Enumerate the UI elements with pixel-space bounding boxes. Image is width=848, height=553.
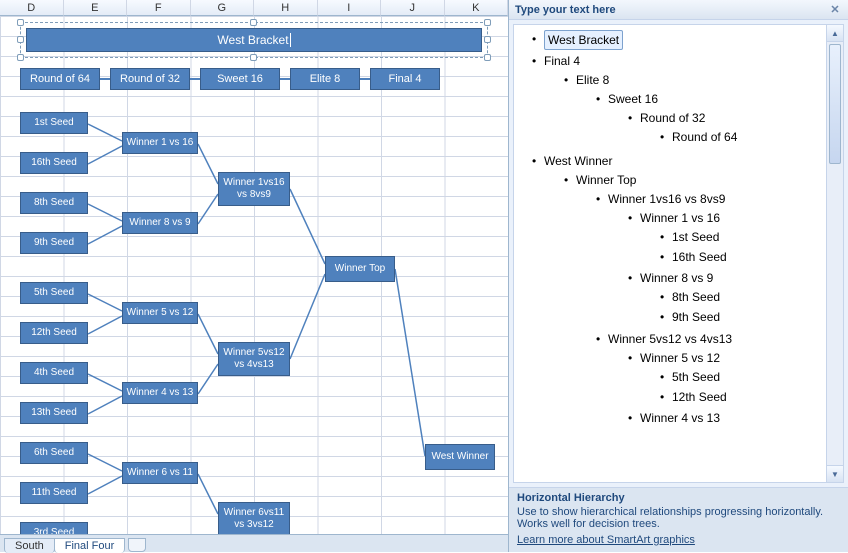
col-header[interactable]: F — [127, 0, 191, 16]
scroll-down-icon[interactable]: ▼ — [827, 465, 843, 482]
outline-item[interactable]: Winner 1 vs 16 1st Seed 16th Seed — [628, 208, 824, 268]
seed-box[interactable]: 4th Seed — [20, 362, 88, 384]
outline-item[interactable]: Round of 32 Round of 64 — [628, 108, 824, 148]
round-box[interactable]: Elite 8 — [290, 68, 360, 90]
round-box[interactable]: Sweet 16 — [200, 68, 280, 90]
sheet-tab[interactable]: Final Four — [54, 538, 126, 553]
resize-handle[interactable] — [17, 36, 24, 43]
pane-footer: Horizontal Hierarchy Use to show hierarc… — [509, 487, 848, 552]
spreadsheet-area: D E F G H I J K West Bracket Round of 64… — [0, 0, 508, 552]
outline-item[interactable]: 5th Seed — [660, 367, 824, 387]
new-sheet-button[interactable] — [128, 538, 146, 552]
outline-item[interactable]: 8th Seed — [660, 287, 824, 307]
col-header[interactable]: G — [191, 0, 255, 16]
sheet-tabs: South Final Four — [0, 534, 508, 552]
round-box[interactable]: Final 4 — [370, 68, 440, 90]
column-headers: D E F G H I J K — [0, 0, 508, 16]
round-box[interactable]: Round of 32 — [110, 68, 190, 90]
final-box[interactable]: West Winner — [425, 444, 495, 470]
matchup-box[interactable]: Winner 1 vs 16 — [122, 132, 198, 154]
seed-box[interactable]: 1st Seed — [20, 112, 88, 134]
outline-item[interactable]: Winner Top Winner 1vs16 vs 8vs9 Winner 1… — [564, 170, 824, 430]
outline-item[interactable]: Winner 5 vs 12 5th Seed 12th Seed — [628, 348, 824, 408]
resize-handle[interactable] — [17, 19, 24, 26]
col-header[interactable]: H — [254, 0, 318, 16]
round-headers: Round of 64 Round of 32 Sweet 16 Elite 8… — [20, 68, 440, 90]
connector — [190, 78, 200, 80]
connector — [280, 78, 290, 80]
scroll-thumb[interactable] — [829, 44, 841, 164]
outline-item[interactable]: 9th Seed — [660, 307, 824, 327]
smartart-diagram[interactable]: West Bracket Round of 64 Round of 32 Swe… — [0, 16, 508, 536]
outline-item[interactable]: Elite 8 Sweet 16 Round of 32 Round of 64 — [564, 70, 824, 150]
close-icon[interactable]: ✕ — [828, 3, 842, 17]
sheet-tab[interactable]: South — [4, 538, 55, 553]
matchup-box[interactable]: Winner 4 vs 13 — [122, 382, 198, 404]
resize-handle[interactable] — [250, 54, 257, 61]
title-text: West Bracket — [217, 33, 288, 47]
outline-item[interactable]: Winner 4 vs 13 — [628, 408, 824, 428]
col-header[interactable]: I — [318, 0, 382, 16]
matchup-box[interactable]: Winner 1vs16 vs 8vs9 — [218, 172, 290, 206]
learn-more-link[interactable]: Learn more about SmartArt graphics — [517, 534, 695, 546]
matchup-box[interactable]: Winner 5vs12 vs 4vs13 — [218, 342, 290, 376]
resize-handle[interactable] — [17, 54, 24, 61]
matchup-box[interactable]: Winner Top — [325, 256, 395, 282]
pane-header: Type your text here ✕ — [509, 0, 848, 20]
outline-item[interactable]: 1st Seed — [660, 227, 824, 247]
footer-desc: Use to show hierarchical relationships p… — [517, 506, 840, 530]
outline-item[interactable]: 16th Seed — [660, 247, 824, 267]
col-header[interactable]: E — [64, 0, 128, 16]
pane-title: Type your text here — [515, 4, 616, 16]
matchup-box[interactable]: Winner 6 vs 11 — [122, 462, 198, 484]
pane-body: West Bracket Final 4 Elite 8 Sweet 16 Ro… — [513, 24, 844, 483]
resize-handle[interactable] — [484, 19, 491, 26]
outline-item[interactable]: Winner 1vs16 vs 8vs9 Winner 1 vs 16 1st … — [596, 189, 824, 329]
scroll-up-icon[interactable]: ▲ — [827, 25, 843, 42]
connector — [100, 78, 110, 80]
seed-box[interactable]: 8th Seed — [20, 192, 88, 214]
outline-item[interactable]: Sweet 16 Round of 32 Round of 64 — [596, 89, 824, 149]
scrollbar[interactable]: ▲ ▼ — [826, 25, 843, 482]
outline-item[interactable]: Winner 8 vs 9 8th Seed 9th Seed — [628, 268, 824, 328]
resize-handle[interactable] — [484, 54, 491, 61]
scroll-track[interactable] — [827, 42, 843, 465]
seed-box[interactable]: 11th Seed — [20, 482, 88, 504]
outline-item[interactable]: West Bracket — [532, 29, 824, 51]
bracket-title[interactable]: West Bracket — [26, 28, 482, 52]
matchup-box[interactable]: Winner 8 vs 9 — [122, 212, 198, 234]
outline-editor[interactable]: West Bracket Final 4 Elite 8 Sweet 16 Ro… — [514, 25, 826, 482]
text-caret — [290, 33, 291, 47]
resize-handle[interactable] — [250, 19, 257, 26]
outline-item[interactable]: 12th Seed — [660, 387, 824, 407]
col-header[interactable]: K — [445, 0, 509, 16]
seed-box[interactable]: 16th Seed — [20, 152, 88, 174]
col-header[interactable]: D — [0, 0, 64, 16]
seed-box[interactable]: 9th Seed — [20, 232, 88, 254]
smartart-text-pane: Type your text here ✕ West Bracket Final… — [508, 0, 848, 552]
matchup-box[interactable]: Winner 5 vs 12 — [122, 302, 198, 324]
outline-item[interactable]: Final 4 Elite 8 Sweet 16 Round of 32 Rou… — [532, 51, 824, 151]
round-box[interactable]: Round of 64 — [20, 68, 100, 90]
resize-handle[interactable] — [484, 36, 491, 43]
outline-item[interactable]: Round of 64 — [660, 127, 824, 147]
footer-title: Horizontal Hierarchy — [517, 492, 840, 504]
seed-box[interactable]: 5th Seed — [20, 282, 88, 304]
seed-box[interactable]: 13th Seed — [20, 402, 88, 424]
outline-item[interactable]: West Winner Winner Top Winner 1vs16 vs 8… — [532, 151, 824, 431]
col-header[interactable]: J — [381, 0, 445, 16]
outline-item[interactable]: Winner 5vs12 vs 4vs13 Winner 5 vs 12 5th… — [596, 329, 824, 429]
matchup-box[interactable]: Winner 6vs11 vs 3vs12 — [218, 502, 290, 536]
seed-box[interactable]: 6th Seed — [20, 442, 88, 464]
connector — [360, 78, 370, 80]
seed-box[interactable]: 12th Seed — [20, 322, 88, 344]
